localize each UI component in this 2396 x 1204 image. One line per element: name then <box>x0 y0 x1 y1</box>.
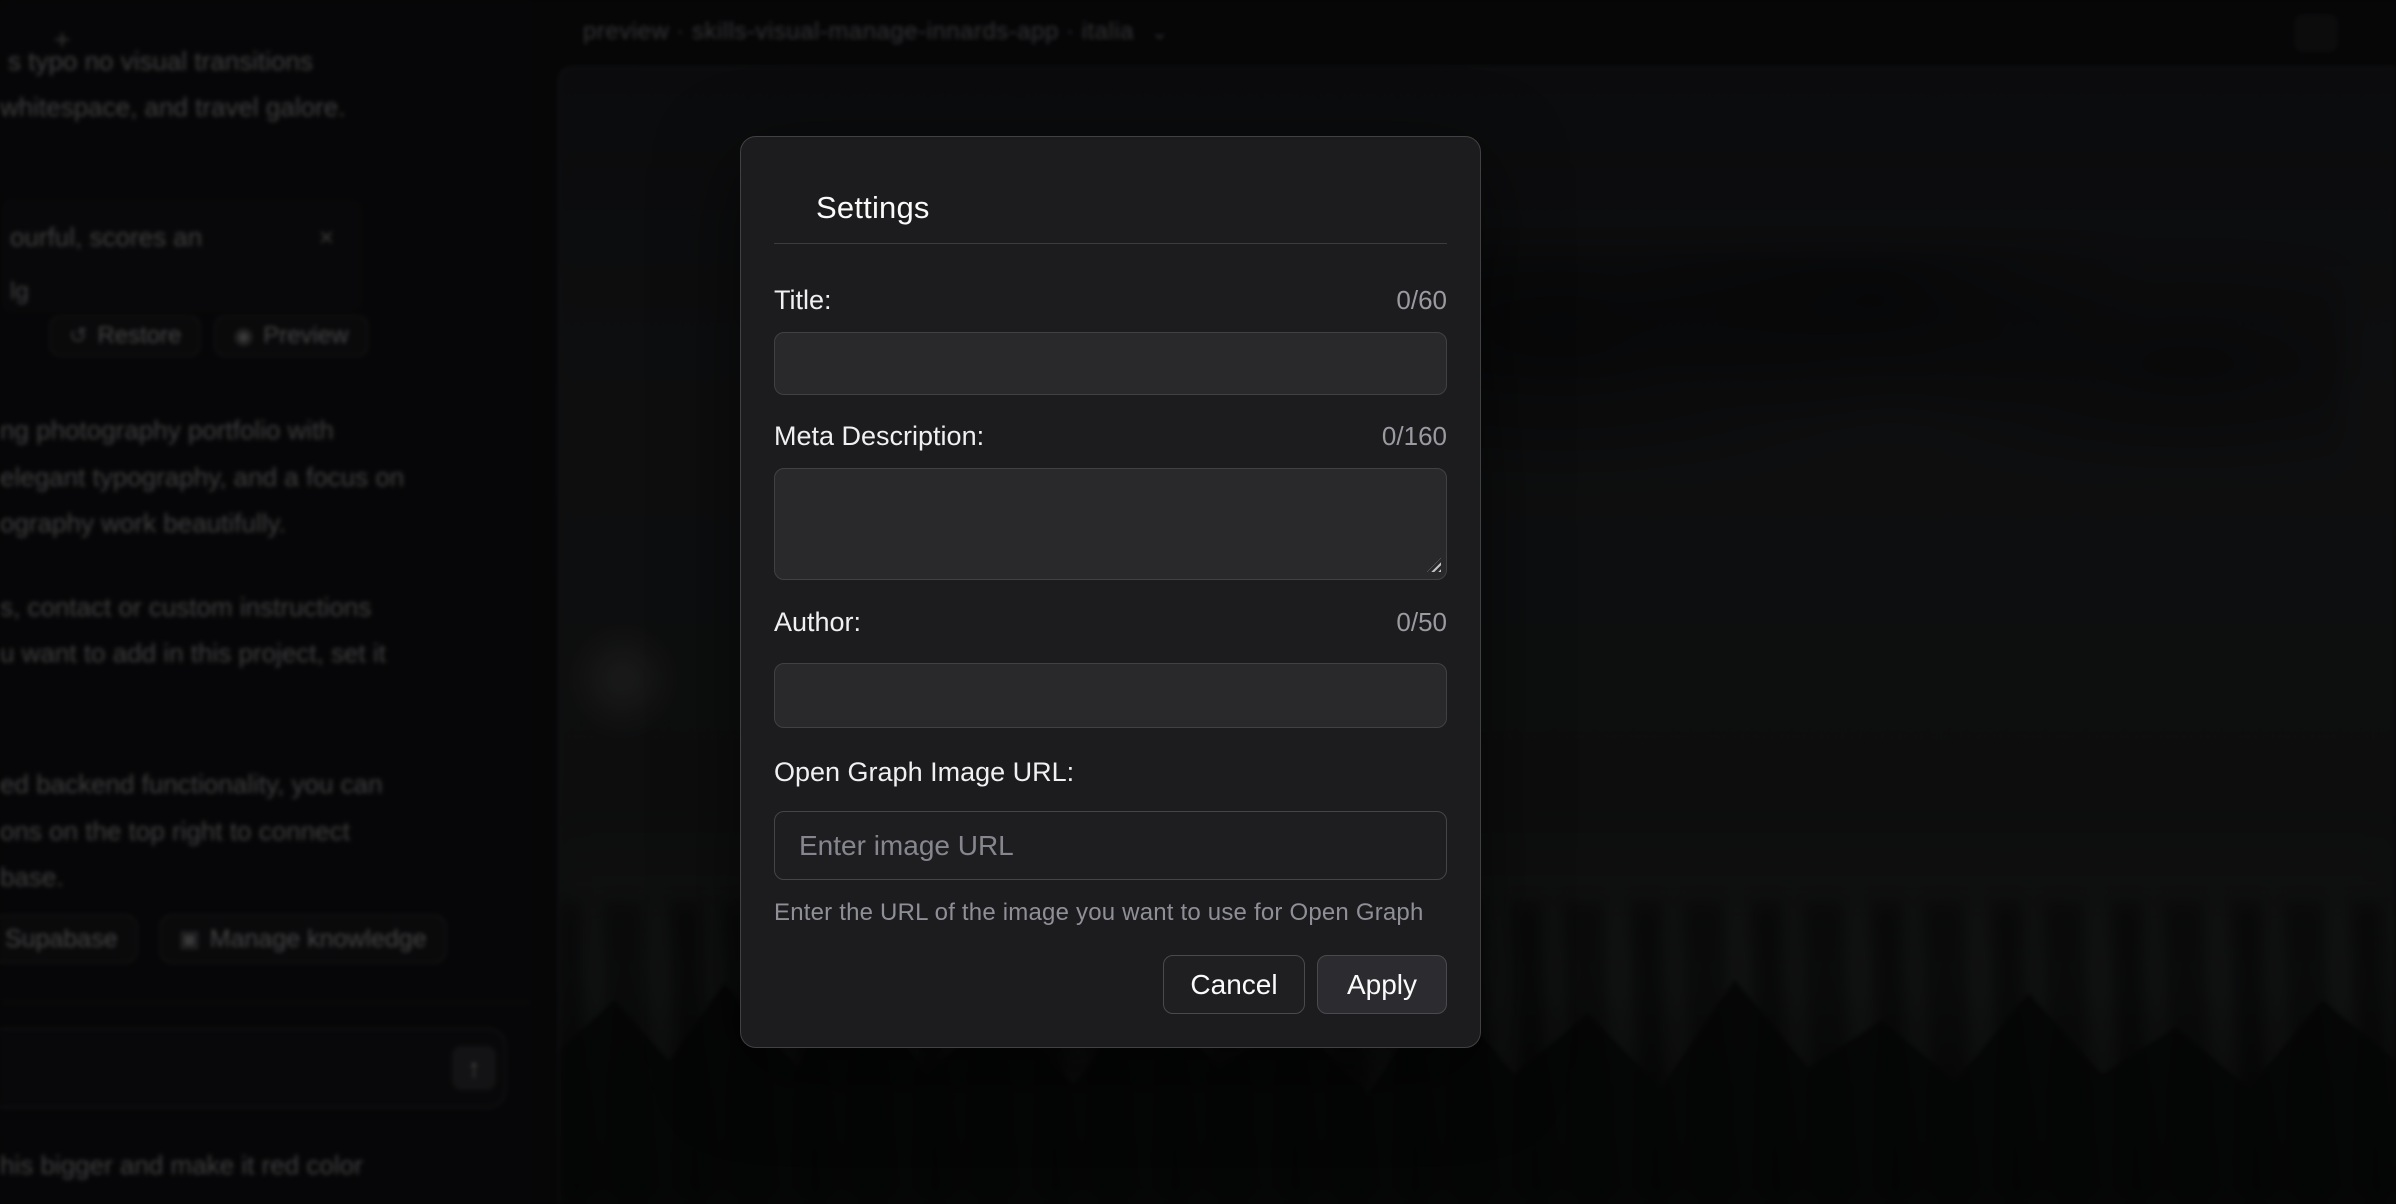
apply-button[interactable]: Apply <box>1317 955 1447 1014</box>
meta-description-counter: 0/160 <box>1382 420 1447 453</box>
dialog-divider <box>774 243 1447 244</box>
meta-description-label: Meta Description: <box>774 420 984 453</box>
settings-dialog: Settings Title: 0/60 Meta Description: 0… <box>740 136 1481 1048</box>
title-field-row: Title: 0/60 <box>774 284 1447 317</box>
title-label: Title: <box>774 284 832 317</box>
og-image-field-row: Open Graph Image URL: <box>774 756 1447 789</box>
dialog-title: Settings <box>816 189 1447 227</box>
og-image-url-input[interactable] <box>774 811 1447 880</box>
title-input[interactable] <box>774 332 1447 395</box>
meta-description-area-wrap <box>774 468 1447 580</box>
title-counter: 0/60 <box>1396 284 1447 317</box>
app-screen: s typo no visual transitions whitespace,… <box>0 0 2396 1204</box>
dialog-actions: Cancel Apply <box>774 955 1447 1014</box>
meta-description-field-row: Meta Description: 0/160 <box>774 420 1447 453</box>
og-image-helper-text: Enter the URL of the image you want to u… <box>774 899 1447 927</box>
meta-description-textarea[interactable] <box>774 468 1447 580</box>
og-image-url-label: Open Graph Image URL: <box>774 756 1074 789</box>
author-counter: 0/50 <box>1396 606 1447 639</box>
author-field-row: Author: 0/50 <box>774 606 1447 639</box>
author-input[interactable] <box>774 663 1447 728</box>
author-label: Author: <box>774 606 861 639</box>
cancel-button[interactable]: Cancel <box>1163 955 1305 1014</box>
